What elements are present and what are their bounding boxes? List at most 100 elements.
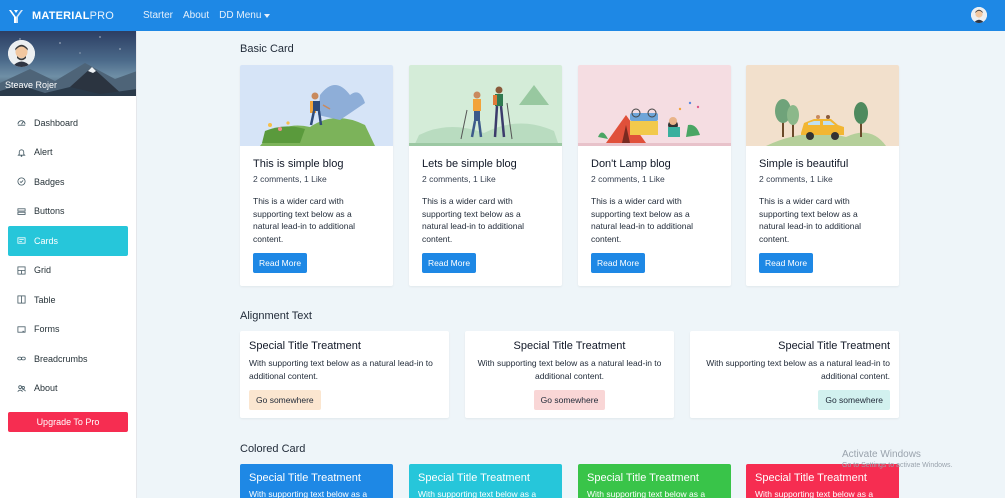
nav-dd-menu[interactable]: DD Menu — [219, 10, 271, 21]
go-somewhere-button[interactable]: Go somewhere — [818, 390, 890, 410]
sidebar-item-label: Breadcrumbs — [34, 353, 88, 364]
blog-card-meta: 2 comments, 1 Like — [759, 174, 833, 184]
watermark-subtitle: Go to Settings to activate Windows. — [842, 462, 953, 469]
sidebar-menu: Dashboard Alert Badges Buttons Cards Gri… — [0, 96, 136, 403]
sidebar-item-alert[interactable]: Alert — [8, 138, 128, 168]
link-icon — [17, 354, 26, 363]
watermark-title: Activate Windows — [842, 449, 921, 460]
align-card-title: Special Title Treatment — [513, 340, 626, 352]
nav-starter[interactable]: Starter — [143, 10, 173, 21]
hiker-illustration — [240, 65, 393, 146]
sidebar: Steave Rojer Dashboard Alert Badges Butt… — [0, 31, 137, 498]
align-card-right: Special Title Treatment With supporting … — [690, 331, 899, 418]
sidebar-item-label: Badges — [34, 176, 65, 187]
users-icon — [17, 384, 26, 393]
blog-card: Simple is beautiful 2 comments, 1 Like T… — [746, 65, 899, 286]
colored-card-red: Special Title Treatment With supporting … — [746, 464, 899, 498]
top-navbar: MATERIALPRO Starter About DD Menu — [0, 0, 1005, 31]
align-card-left: Special Title Treatment With supporting … — [240, 331, 449, 418]
buttons-icon — [17, 207, 26, 216]
blog-card: This is simple blog 2 comments, 1 Like T… — [240, 65, 393, 286]
car-trip-illustration — [746, 65, 899, 146]
sidebar-item-label: Alert — [34, 147, 53, 158]
sidebar-item-forms[interactable]: Forms — [8, 315, 128, 345]
colored-card-green: Special Title Treatment With supporting … — [578, 464, 731, 498]
blog-card-text: This is a wider card with supporting tex… — [591, 196, 694, 244]
sidebar-item-badges[interactable]: Badges — [8, 167, 128, 197]
align-card-title: Special Title Treatment — [249, 340, 361, 352]
sidebar-item-buttons[interactable]: Buttons — [8, 197, 128, 227]
forms-icon — [17, 325, 26, 334]
colored-card-cyan: Special Title Treatment With supporting … — [409, 464, 562, 498]
nav-about[interactable]: About — [183, 10, 209, 21]
sidebar-item-label: Cards — [34, 235, 59, 246]
profile-banner: Steave Rojer — [0, 31, 136, 96]
sidebar-item-label: Dashboard — [34, 117, 79, 128]
go-somewhere-button[interactable]: Go somewhere — [533, 390, 606, 410]
align-card-text: With supporting text below as a natural … — [477, 358, 662, 381]
colored-card-title: Special Title Treatment — [418, 472, 530, 484]
dashboard-icon — [17, 118, 26, 127]
blog-card-text: This is a wider card with supporting tex… — [759, 196, 862, 244]
sidebar-item-label: About — [34, 383, 58, 394]
badge-icon — [17, 177, 26, 186]
colored-card-heading: Colored Card — [240, 443, 306, 455]
blog-card-text: This is a wider card with supporting tex… — [253, 196, 356, 244]
colored-card-title: Special Title Treatment — [755, 472, 867, 484]
windows-activation-watermark: Activate Windows Go to Settings to activ… — [842, 449, 953, 469]
read-more-button[interactable]: Read More — [422, 253, 477, 273]
basic-card-heading: Basic Card — [240, 43, 294, 55]
profile-avatar[interactable] — [8, 40, 35, 67]
sidebar-item-label: Grid — [34, 265, 52, 276]
sidebar-item-breadcrumbs[interactable]: Breadcrumbs — [8, 344, 128, 374]
grid-icon — [17, 266, 26, 275]
blog-card-meta: 2 comments, 1 Like — [591, 174, 665, 184]
blog-card-title: Simple is beautiful — [759, 158, 849, 170]
alignment-text-heading: Alignment Text — [240, 310, 312, 322]
sidebar-item-table[interactable]: Table — [8, 285, 128, 315]
camping-illustration — [578, 65, 731, 146]
read-more-button[interactable]: Read More — [591, 253, 646, 273]
sidebar-item-label: Forms — [34, 324, 60, 335]
sidebar-item-grid[interactable]: Grid — [8, 256, 128, 286]
sidebar-item-about[interactable]: About — [8, 374, 128, 404]
user-avatar[interactable] — [971, 7, 987, 23]
colored-card-text: With supporting text below as a — [587, 489, 706, 498]
hikers-illustration — [409, 65, 562, 146]
align-card-title: Special Title Treatment — [778, 340, 890, 352]
caret-down-icon — [264, 13, 271, 18]
nav-dd-menu-label: DD Menu — [219, 10, 262, 21]
profile-avatar-icon — [8, 40, 35, 67]
brand-name: MATERIALPRO — [32, 9, 115, 22]
sidebar-item-dashboard[interactable]: Dashboard — [8, 108, 128, 138]
blog-card-meta: 2 comments, 1 Like — [253, 174, 327, 184]
go-somewhere-button[interactable]: Go somewhere — [249, 390, 321, 410]
blog-card: Lets be simple blog 2 comments, 1 Like T… — [409, 65, 562, 286]
read-more-button[interactable]: Read More — [759, 253, 814, 273]
sidebar-item-label: Table — [34, 294, 56, 305]
colored-card-text: With supporting text below as a — [249, 489, 368, 498]
brand[interactable]: MATERIALPRO — [0, 0, 137, 31]
sidebar-item-cards[interactable]: Cards — [8, 226, 128, 256]
colored-card-title: Special Title Treatment — [249, 472, 361, 484]
profile-name[interactable]: Steave Rojer — [5, 80, 57, 90]
align-card-text: With supporting text below as a natural … — [706, 358, 890, 381]
read-more-button[interactable]: Read More — [253, 253, 308, 273]
blog-card-text: This is a wider card with supporting tex… — [422, 196, 525, 244]
user-avatar-icon — [971, 7, 987, 23]
colored-card-title: Special Title Treatment — [587, 472, 699, 484]
table-icon — [17, 295, 26, 304]
top-nav: Starter About DD Menu — [143, 10, 280, 21]
blog-card: Don't Lamp blog 2 comments, 1 Like This … — [578, 65, 731, 286]
upgrade-button[interactable]: Upgrade To Pro — [8, 412, 128, 432]
blog-card-title: This is simple blog — [253, 158, 344, 170]
colored-card-text: With supporting text below as a — [755, 489, 874, 498]
colored-card-blue: Special Title Treatment With supporting … — [240, 464, 393, 498]
align-card-center: Special Title Treatment With supporting … — [465, 331, 674, 418]
sidebar-item-label: Buttons — [34, 206, 65, 217]
blog-card-meta: 2 comments, 1 Like — [422, 174, 496, 184]
align-card-text: With supporting text below as a natural … — [249, 358, 433, 381]
blog-card-title: Lets be simple blog — [422, 158, 517, 170]
blog-card-title: Don't Lamp blog — [591, 158, 671, 170]
colored-card-text: With supporting text below as a — [418, 489, 537, 498]
